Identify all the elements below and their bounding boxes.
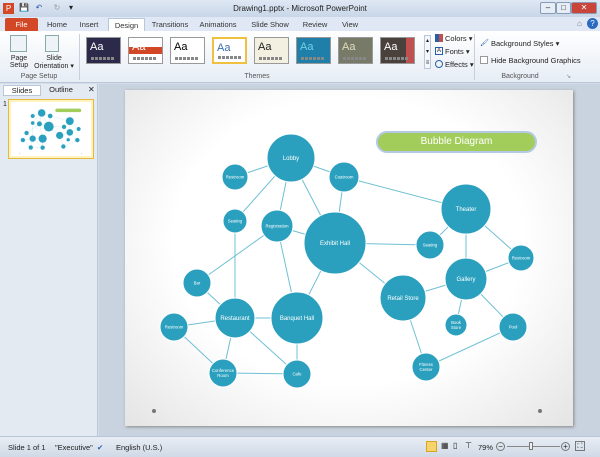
slide-show-icon[interactable]: ⊤ (465, 441, 472, 450)
bubble-label: Center (420, 367, 433, 372)
status-bar: Slide 1 of 1 "Executive" ✔ English (U.S.… (0, 436, 600, 457)
bubble-label: Restroom (165, 324, 184, 329)
bubble-label: Restroom (226, 174, 245, 179)
bubble-label: Exhibit Hall (320, 241, 350, 247)
bubble-label: Bar (194, 280, 201, 285)
decorative-dot (538, 409, 542, 413)
bubble-label: Restaurant (220, 316, 250, 322)
bubble-label: Seating (228, 218, 243, 223)
bubble-label: Cafe (292, 371, 302, 376)
zoom-in-button[interactable]: + (561, 442, 570, 451)
bubble-label: Seating (423, 242, 438, 247)
bubble-label: Coatroom (335, 174, 354, 179)
theme-name: "Executive" (55, 443, 93, 452)
zoom-level[interactable]: 79% (478, 443, 493, 452)
bubble-label: Room (217, 373, 229, 378)
fit-to-window-icon[interactable]: ⛶ (575, 441, 585, 451)
bubble-label: Pool (509, 324, 518, 329)
bubble-diagram: Lobby Restroom Coatroom Theater Seating Regis… (152, 133, 542, 413)
bubble-label: Theater (456, 207, 477, 213)
bubble-label: Gallery (456, 277, 475, 283)
spell-check-icon[interactable]: ✔ (97, 443, 103, 452)
normal-view-icon[interactable] (426, 441, 437, 452)
zoom-slider[interactable] (507, 446, 560, 447)
slide-sorter-icon[interactable]: ▦ (441, 441, 449, 450)
bubble-label: Registration (266, 223, 290, 228)
slide-counter: Slide 1 of 1 (8, 443, 46, 452)
bubble-label: Banquet Hall (280, 316, 314, 322)
decorative-dot (152, 409, 156, 413)
reading-view-icon[interactable]: ▯ (453, 441, 457, 450)
zoom-out-button[interactable]: − (496, 442, 505, 451)
bubble-label: Restroom (512, 255, 531, 260)
bubble-label: Retail Store (387, 296, 419, 302)
bubble-label: Lobby (283, 156, 299, 162)
bubble-label: Store (451, 325, 462, 330)
zoom-slider-thumb[interactable] (528, 442, 533, 450)
language[interactable]: English (U.S.) (116, 443, 162, 452)
slide-title-box[interactable]: Bubble Diagram (376, 131, 537, 153)
